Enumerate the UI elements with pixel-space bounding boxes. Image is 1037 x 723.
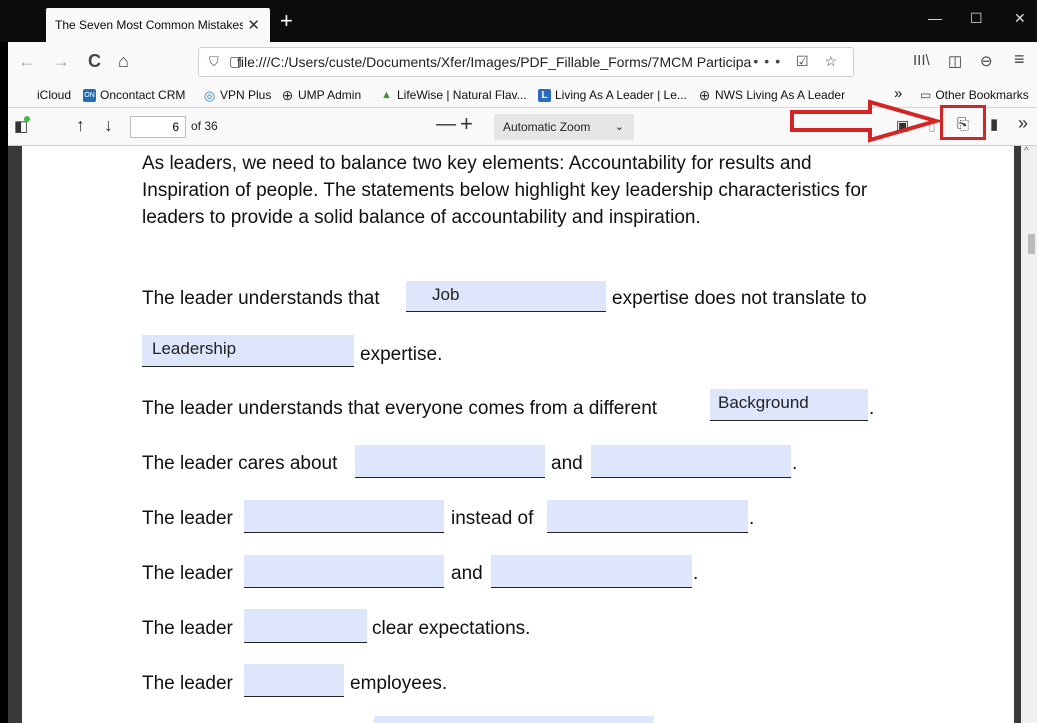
zoom-select-value: Automatic Zoom (503, 120, 591, 134)
sentence-5-start: The leader (142, 563, 233, 584)
sentence-5-end: . (693, 563, 699, 584)
title-bar: The Seven Most Common Mistakes ✕ + — ☐ ✕ (0, 0, 1037, 42)
zoom-in-button[interactable]: + (460, 111, 473, 137)
previous-page-icon[interactable]: ↑ (76, 115, 85, 136)
sidebar-icon[interactable]: ◫ (948, 52, 962, 70)
oncontact-icon: ON (83, 88, 96, 102)
url-bar[interactable]: ⛉ ▢ file:///C:/Users/custe/Documents/Xfe… (198, 47, 854, 77)
sentence-4-end: . (749, 508, 755, 529)
maximize-button[interactable]: ☐ (970, 10, 983, 27)
leaf-icon: ▲ (381, 88, 392, 101)
intro-paragraph: As leaders, we need to balance two key e… (142, 153, 868, 228)
next-page-icon[interactable]: ↓ (104, 115, 113, 136)
apple-icon (20, 89, 33, 102)
navigation-toolbar: ← → C ⌂ ⛉ ▢ file:///C:/Users/custe/Docum… (8, 42, 1037, 82)
vpn-icon: ◎ (203, 87, 216, 103)
form-field-4[interactable] (355, 445, 545, 478)
page-count: of 36 (191, 119, 218, 133)
sentence-4-middle: instead of (451, 508, 534, 529)
sentence-2-start: The leader understands that everyone com… (142, 398, 658, 419)
forward-button[interactable]: → (52, 51, 70, 72)
bookmark-lifewise[interactable]: ▲ LifeWise | Natural Flav... (380, 88, 527, 102)
page-actions-icon[interactable]: ••• ☑ ☆ (753, 53, 843, 70)
account-icon[interactable]: ⊖ (980, 52, 993, 70)
shield-icon[interactable]: ⛉ (209, 54, 219, 70)
page-number-input[interactable]: 6 (130, 116, 186, 138)
form-field-8[interactable] (244, 555, 444, 588)
library-icon[interactable]: III\ (913, 52, 930, 69)
tools-more-icon[interactable]: » (1018, 113, 1028, 134)
sentence-6-end: clear expectations. (372, 618, 531, 639)
bookmark-label: iCloud (37, 88, 72, 102)
globe-icon: ⊕ (698, 86, 711, 103)
scroll-thumb[interactable] (1028, 234, 1035, 254)
sentence-3-end: . (792, 453, 798, 474)
sentence-2-end: . (869, 398, 875, 419)
bookmark-living-as-a-leader[interactable]: L Living As A Leader | Le... (538, 88, 687, 102)
sentence-5-and: and (451, 563, 483, 584)
form-field-5[interactable] (591, 445, 791, 478)
bookmark-label: LifeWise | Natural Flav... (397, 88, 527, 102)
sentence-4-start: The leader (142, 508, 233, 529)
bookmark-oncontact[interactable]: ON Oncontact CRM (83, 88, 185, 102)
bookmark-vpn-plus[interactable]: ◎ VPN Plus (203, 87, 272, 103)
form-field-1[interactable]: Job (406, 281, 606, 312)
close-window-button[interactable]: ✕ (1014, 10, 1026, 27)
form-field-10[interactable] (244, 609, 367, 643)
new-tab-button[interactable]: + (280, 8, 293, 34)
back-button[interactable]: ← (18, 51, 36, 72)
zoom-out-button[interactable]: — (436, 113, 456, 136)
bookmark-label: Oncontact CRM (100, 88, 186, 102)
form-field-partial[interactable] (374, 716, 654, 723)
minimize-button[interactable]: — (928, 10, 942, 26)
chevron-down-icon: ⌄ (614, 121, 624, 133)
form-field-3[interactable]: Background (710, 389, 868, 421)
notification-dot (24, 116, 30, 122)
bookmark-label: Other Bookmarks (935, 88, 1029, 102)
home-button[interactable]: ⌂ (118, 51, 129, 72)
form-field-9[interactable] (491, 555, 692, 588)
form-field-11[interactable] (244, 664, 344, 697)
bookmark-label: VPN Plus (220, 88, 272, 102)
tab-title: The Seven Most Common Mistakes (55, 18, 243, 32)
sentence-3-and: and (551, 453, 583, 474)
scroll-up-icon[interactable]: ^ (1024, 146, 1029, 157)
annotation-arrow-icon (790, 99, 944, 143)
bookmark-label: Living As A Leader | Le... (555, 88, 687, 102)
url-text[interactable]: file:///C:/Users/custe/Documents/Xfer/Im… (237, 54, 777, 70)
sentence-1-middle: expertise does not translate to (612, 288, 867, 309)
form-field-7[interactable] (547, 500, 748, 533)
lal-icon: L (538, 88, 551, 102)
form-field-2[interactable]: Leadership (142, 335, 354, 367)
bookmark-ump-admin[interactable]: ⊕ UMP Admin (281, 86, 362, 103)
zoom-select[interactable]: Automatic Zoom ⌄ (494, 114, 634, 140)
sentence-6-start: The leader (142, 618, 233, 639)
browser-tab[interactable]: The Seven Most Common Mistakes ✕ (46, 8, 270, 42)
globe-icon: ⊕ (281, 86, 294, 103)
page-icon: ▢ (229, 53, 243, 69)
reload-button[interactable]: C (88, 51, 101, 72)
form-field-6[interactable] (244, 500, 444, 533)
tab-close-icon[interactable]: ✕ (247, 16, 260, 34)
bookmark-icloud[interactable]: iCloud (20, 88, 71, 102)
annotation-highlight-box (940, 105, 986, 140)
scrollbar[interactable]: ^ (1021, 146, 1037, 723)
bookmark-icon[interactable]: ▮ (990, 115, 998, 133)
sentence-7-start: The leader (142, 673, 233, 694)
bookmark-label: UMP Admin (298, 88, 362, 102)
sentence-3-start: The leader cares about (142, 453, 338, 474)
menu-icon[interactable]: ≡ (1014, 49, 1025, 70)
sentence-1-end: expertise. (360, 344, 443, 365)
sentence-7-end: employees. (350, 673, 448, 694)
sentence-1-start: The leader understands that (142, 288, 380, 309)
